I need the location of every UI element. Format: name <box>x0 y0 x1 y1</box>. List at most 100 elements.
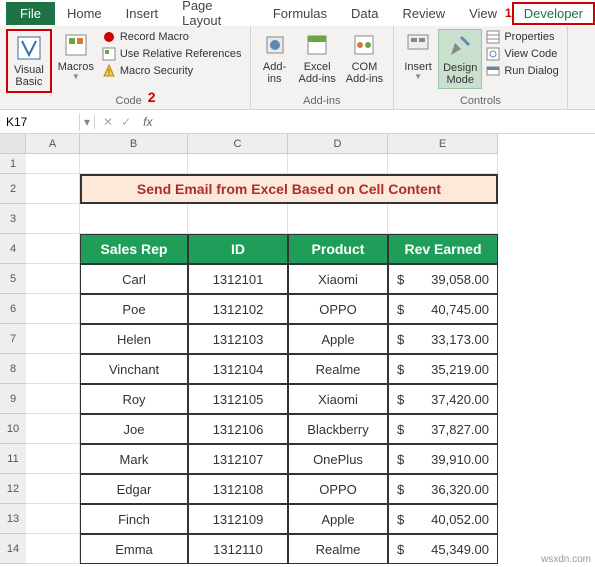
row-header[interactable]: 13 <box>0 504 26 534</box>
cell-sales-rep[interactable]: Poe <box>80 294 188 324</box>
cell[interactable] <box>26 354 80 384</box>
formula-input[interactable] <box>157 112 595 131</box>
name-box[interactable] <box>0 113 80 131</box>
tab-developer[interactable]: Developer <box>512 2 595 25</box>
row-header[interactable]: 1 <box>0 154 26 174</box>
cell-sales-rep[interactable]: Edgar <box>80 474 188 504</box>
cell[interactable] <box>26 324 80 354</box>
cell-id[interactable]: 1312109 <box>188 504 288 534</box>
cell[interactable] <box>26 414 80 444</box>
tab-data[interactable]: Data <box>339 2 390 25</box>
cell-product[interactable]: OPPO <box>288 474 388 504</box>
header-product[interactable]: Product <box>288 234 388 264</box>
cell-product[interactable]: Xiaomi <box>288 264 388 294</box>
cell[interactable] <box>188 154 288 174</box>
header-rev-earned[interactable]: Rev Earned <box>388 234 498 264</box>
cell-rev[interactable]: $40,052.00 <box>388 504 498 534</box>
col-header[interactable]: E <box>388 134 498 154</box>
cell-id[interactable]: 1312104 <box>188 354 288 384</box>
cell[interactable] <box>26 204 80 234</box>
tab-formulas[interactable]: Formulas <box>261 2 339 25</box>
cell[interactable] <box>188 204 288 234</box>
cell[interactable] <box>26 534 80 564</box>
cell-id[interactable]: 1312103 <box>188 324 288 354</box>
row-header[interactable]: 4 <box>0 234 26 264</box>
cell-product[interactable]: Apple <box>288 504 388 534</box>
cell-sales-rep[interactable]: Vinchant <box>80 354 188 384</box>
cell[interactable] <box>288 154 388 174</box>
run-dialog-button[interactable]: Run Dialog <box>484 63 560 79</box>
cell[interactable] <box>80 204 188 234</box>
cell[interactable] <box>26 234 80 264</box>
cell[interactable] <box>26 294 80 324</box>
row-header[interactable]: 7 <box>0 324 26 354</box>
cell[interactable] <box>388 204 498 234</box>
cell-rev[interactable]: $39,910.00 <box>388 444 498 474</box>
addins-button[interactable]: Add- ins <box>257 29 293 87</box>
cell-rev[interactable]: $33,173.00 <box>388 324 498 354</box>
cell-id[interactable]: 1312108 <box>188 474 288 504</box>
cell-rev[interactable]: $37,420.00 <box>388 384 498 414</box>
cell-rev[interactable]: $45,349.00 <box>388 534 498 564</box>
tab-file[interactable]: File <box>6 2 55 25</box>
cell-product[interactable]: Xiaomi <box>288 384 388 414</box>
cell-id[interactable]: 1312105 <box>188 384 288 414</box>
row-header[interactable]: 6 <box>0 294 26 324</box>
row-header[interactable]: 10 <box>0 414 26 444</box>
row-header[interactable]: 5 <box>0 264 26 294</box>
cell-product[interactable]: Realme <box>288 534 388 564</box>
col-header[interactable]: C <box>188 134 288 154</box>
fx-icon[interactable]: fx <box>139 115 156 129</box>
cell[interactable] <box>26 264 80 294</box>
cell[interactable] <box>80 154 188 174</box>
row-header[interactable]: 12 <box>0 474 26 504</box>
cell-sales-rep[interactable]: Joe <box>80 414 188 444</box>
cell-rev[interactable]: $37,827.00 <box>388 414 498 444</box>
cell-sales-rep[interactable]: Mark <box>80 444 188 474</box>
cell-product[interactable]: Apple <box>288 324 388 354</box>
cell[interactable] <box>26 474 80 504</box>
excel-addins-button[interactable]: Excel Add-ins <box>295 29 340 87</box>
row-header[interactable]: 14 <box>0 534 26 564</box>
cell[interactable] <box>388 154 498 174</box>
cell-sales-rep[interactable]: Helen <box>80 324 188 354</box>
cell-id[interactable]: 1312101 <box>188 264 288 294</box>
cell-sales-rep[interactable]: Emma <box>80 534 188 564</box>
view-code-button[interactable]: View Code <box>484 46 560 62</box>
cell-id[interactable]: 1312102 <box>188 294 288 324</box>
design-mode-button[interactable]: Design Mode <box>438 29 482 89</box>
insert-control-button[interactable]: Insert ▼ <box>400 29 436 84</box>
cell-id[interactable]: 1312110 <box>188 534 288 564</box>
cell[interactable] <box>26 444 80 474</box>
com-addins-button[interactable]: COM Add-ins <box>342 29 387 87</box>
cell[interactable] <box>26 384 80 414</box>
cell-rev[interactable]: $40,745.00 <box>388 294 498 324</box>
row-header[interactable]: 9 <box>0 384 26 414</box>
col-header[interactable]: A <box>26 134 80 154</box>
header-id[interactable]: ID <box>188 234 288 264</box>
macro-security-button[interactable]: ! Macro Security <box>100 63 244 79</box>
tab-view[interactable]: View <box>457 2 509 25</box>
cell-id[interactable]: 1312107 <box>188 444 288 474</box>
cell[interactable] <box>26 174 80 204</box>
cell-product[interactable]: Realme <box>288 354 388 384</box>
cell[interactable] <box>288 204 388 234</box>
tab-review[interactable]: Review <box>390 2 457 25</box>
cancel-formula-icon[interactable]: ✕ <box>103 115 113 129</box>
visual-basic-button[interactable]: Visual Basic <box>10 32 48 90</box>
title-cell[interactable]: Send Email from Excel Based on Cell Cont… <box>80 174 498 204</box>
macros-button[interactable]: Macros ▼ <box>54 29 98 84</box>
row-header[interactable]: 8 <box>0 354 26 384</box>
enter-formula-icon[interactable]: ✓ <box>121 115 131 129</box>
col-header[interactable]: B <box>80 134 188 154</box>
cell-product[interactable]: OPPO <box>288 294 388 324</box>
col-header[interactable]: D <box>288 134 388 154</box>
cell-sales-rep[interactable]: Roy <box>80 384 188 414</box>
cell[interactable] <box>26 504 80 534</box>
cell-product[interactable]: OnePlus <box>288 444 388 474</box>
record-macro-button[interactable]: Record Macro <box>100 29 244 45</box>
cell-rev[interactable]: $35,219.00 <box>388 354 498 384</box>
cell-rev[interactable]: $39,058.00 <box>388 264 498 294</box>
properties-button[interactable]: Properties <box>484 29 560 45</box>
name-box-dropdown[interactable]: ▾ <box>80 115 95 129</box>
